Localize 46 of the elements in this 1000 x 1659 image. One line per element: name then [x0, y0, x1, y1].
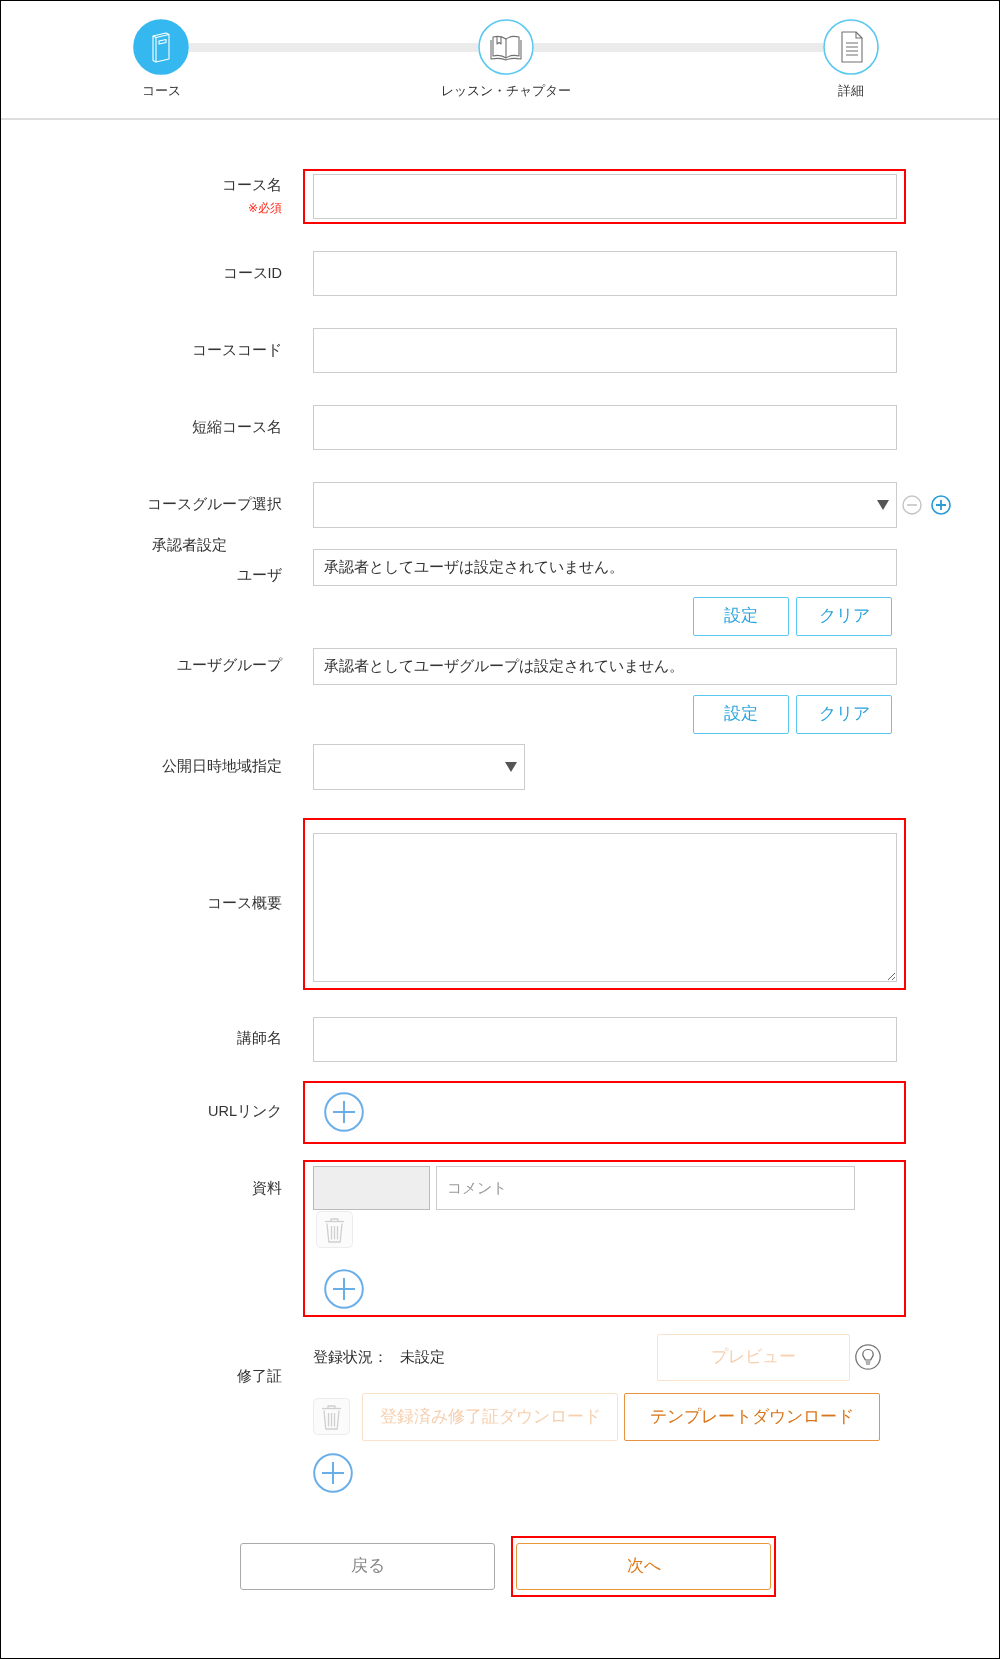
field-label: コースID: [222, 263, 282, 282]
dropdown-field[interactable]: [313, 743, 525, 790]
approver-field[interactable]: 承認者としてユーザは設定されていません。: [313, 549, 897, 586]
field-label: ユーザ: [237, 565, 282, 584]
clear-button[interactable]: クリア: [796, 694, 892, 734]
status-value: 未設定: [400, 1348, 445, 1366]
field-label: 修了証: [237, 1366, 282, 1385]
textarea-field[interactable]: [313, 832, 897, 982]
step-label: コース: [141, 82, 181, 100]
add-icon[interactable]: [324, 1268, 364, 1309]
comment-field[interactable]: コメント: [436, 1165, 855, 1210]
field-label: 資料: [252, 1178, 282, 1197]
lightbulb-icon[interactable]: [855, 1344, 881, 1370]
status-label: 登録状況：: [313, 1348, 388, 1366]
file-input-field[interactable]: [313, 1165, 430, 1210]
template-download-button[interactable]: テンプレートダウンロード: [624, 1392, 880, 1441]
field-label: コース概要: [207, 893, 282, 912]
add-icon[interactable]: [931, 495, 951, 515]
dropdown-field[interactable]: [313, 482, 897, 528]
caret-icon: [877, 500, 889, 510]
set-button[interactable]: 設定: [693, 596, 789, 636]
text-field[interactable]: [313, 1016, 897, 1062]
add-icon[interactable]: [324, 1091, 364, 1132]
text-field[interactable]: [313, 405, 897, 450]
field-label: コースコード: [192, 340, 282, 359]
clear-button[interactable]: クリア: [796, 596, 892, 636]
group-heading: 承認者設定: [152, 537, 227, 553]
text-field[interactable]: [313, 328, 897, 373]
back-button[interactable]: 戻る: [240, 1542, 495, 1590]
text-field[interactable]: [313, 251, 897, 296]
field-label: コースグループ選択: [147, 495, 282, 514]
field-label: URLリンク: [208, 1102, 282, 1121]
field-label: ユーザグループ: [177, 656, 282, 675]
field-label: 短縮コース名: [192, 417, 282, 436]
required-note: ※必須: [247, 199, 282, 216]
field-label: 公開日時地域指定: [162, 756, 282, 775]
set-button[interactable]: 設定: [693, 694, 789, 734]
step-label: 詳細: [838, 82, 864, 100]
next-button[interactable]: 次へ: [516, 1542, 771, 1590]
text-field[interactable]: [313, 174, 897, 219]
field-label: コース名: [222, 175, 282, 194]
field-label: 講師名: [237, 1029, 282, 1048]
add-icon[interactable]: [313, 1452, 353, 1493]
approver-field[interactable]: 承認者としてユーザグループは設定されていません。: [313, 647, 897, 685]
step-label: レッスン・チャプター: [441, 82, 571, 100]
caret-icon: [505, 761, 517, 772]
